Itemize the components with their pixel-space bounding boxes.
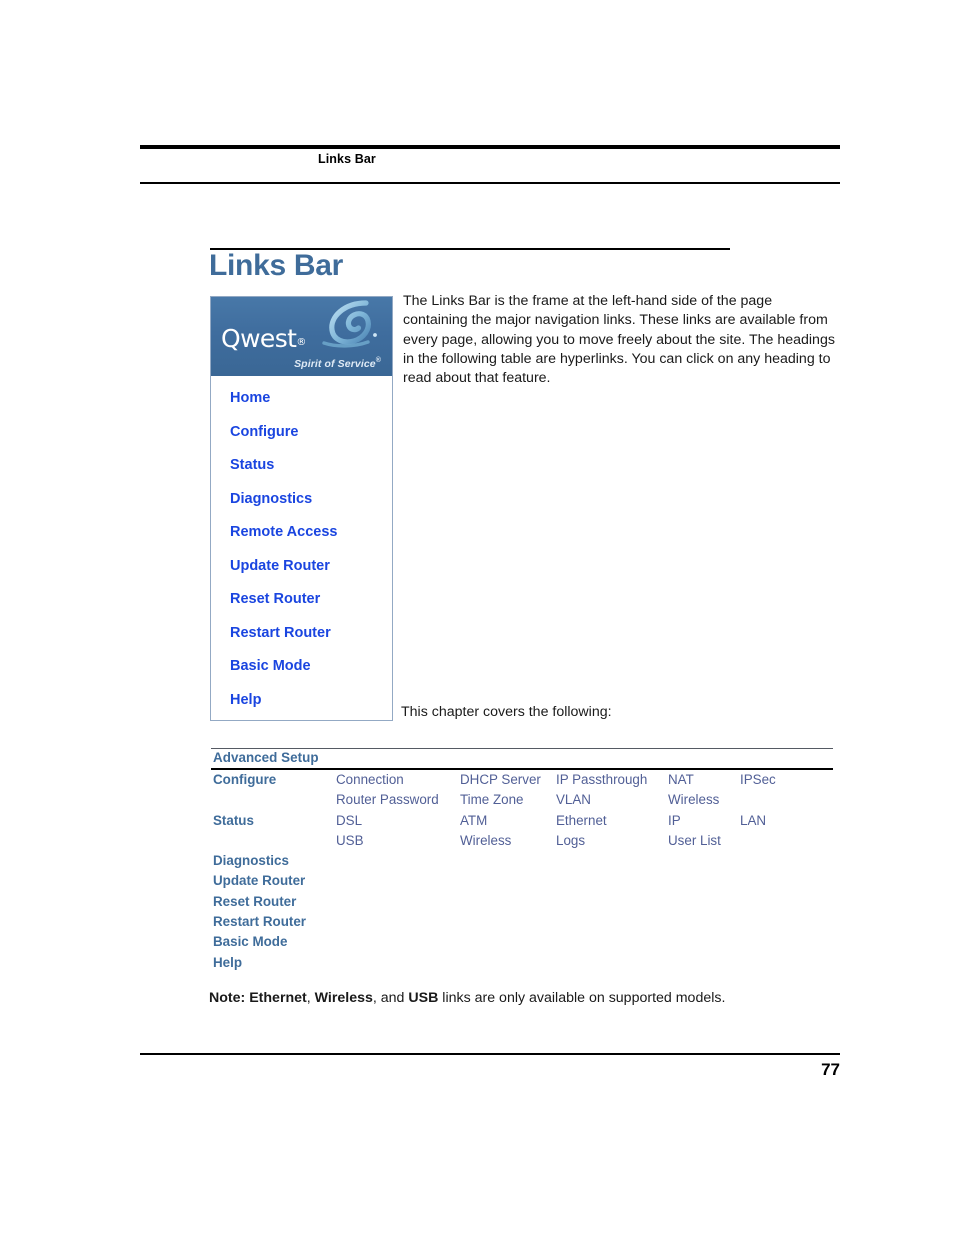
table-heading-help[interactable]: Help: [213, 953, 242, 973]
table-link-time-zone[interactable]: Time Zone: [460, 790, 524, 810]
table-row: Reset Router: [213, 892, 833, 912]
links-bar-nav: Home Configure Status Diagnostics Remote…: [211, 376, 392, 708]
table-row: USB Wireless Logs User List: [213, 831, 833, 851]
note-suffix: links are only available on supported mo…: [438, 990, 726, 1006]
header-rule-top: [140, 145, 840, 149]
sidebar-item-remote-access[interactable]: Remote Access: [211, 524, 392, 540]
qwest-tagline-text: Spirit of Service: [294, 358, 376, 370]
qwest-registered-mark: ®: [296, 337, 306, 348]
table-row: Configure Connection DHCP Server IP Pass…: [213, 770, 833, 790]
table-row: Update Router: [213, 871, 833, 891]
table-link-usb[interactable]: USB: [336, 831, 364, 851]
sidebar-item-configure[interactable]: Configure: [211, 424, 392, 440]
qwest-wordmark-text: Qwest: [221, 324, 297, 353]
qwest-logo-banner: Qwest® Spirit of Service®: [211, 297, 392, 376]
note-separator-2: , and: [372, 990, 409, 1006]
header-rule-bottom: [140, 182, 840, 184]
table-link-user-list[interactable]: User List: [668, 831, 721, 851]
table-heading-diagnostics[interactable]: Diagnostics: [213, 851, 289, 871]
sidebar-item-diagnostics[interactable]: Diagnostics: [211, 491, 392, 507]
table-heading-configure[interactable]: Configure: [213, 770, 276, 790]
table-link-ip-passthrough[interactable]: IP Passthrough: [556, 770, 647, 790]
table-row: Restart Router: [213, 912, 833, 932]
note-separator-1: ,: [306, 990, 315, 1006]
document-page: Links Bar Links Bar Qwest® Spirit of Ser…: [0, 0, 954, 1235]
table-link-ip[interactable]: IP: [668, 811, 681, 831]
sidebar-item-restart-router[interactable]: Restart Router: [211, 625, 392, 641]
table-heading-update-router[interactable]: Update Router: [213, 871, 305, 891]
note-term-wireless: Wireless: [314, 990, 373, 1006]
table-link-vlan[interactable]: VLAN: [556, 790, 591, 810]
table-row: Basic Mode: [213, 932, 833, 952]
note-term-ethernet: Ethernet: [249, 990, 307, 1006]
table-link-nat[interactable]: NAT: [668, 770, 694, 790]
footer-rule: [140, 1053, 840, 1055]
qwest-tagline: Spirit of Service®: [294, 357, 381, 370]
table-heading-basic-mode[interactable]: Basic Mode: [213, 932, 287, 952]
sidebar-item-status[interactable]: Status: [211, 457, 392, 473]
intro-paragraph: The Links Bar is the frame at the left-h…: [403, 293, 835, 387]
qwest-tagline-mark: ®: [375, 357, 381, 364]
sidebar-item-reset-router[interactable]: Reset Router: [211, 591, 392, 607]
table-link-atm[interactable]: ATM: [460, 811, 487, 831]
page-number: 77: [821, 1060, 840, 1079]
table-link-wireless[interactable]: Wireless: [668, 790, 719, 810]
sidebar-item-basic-mode[interactable]: Basic Mode: [211, 658, 392, 674]
table-link-ipsec[interactable]: IPSec: [740, 770, 776, 790]
table-link-dhcp-server[interactable]: DHCP Server: [460, 770, 541, 790]
table-row: Diagnostics: [213, 851, 833, 871]
table-link-ethernet[interactable]: Ethernet: [556, 811, 607, 831]
page-title: Links Bar: [209, 249, 344, 282]
table-link-connection[interactable]: Connection: [336, 770, 404, 790]
table-heading-reset-router[interactable]: Reset Router: [213, 892, 296, 912]
table-link-router-password[interactable]: Router Password: [336, 790, 439, 810]
sidebar-item-home[interactable]: Home: [211, 390, 392, 406]
running-header-title: Links Bar: [318, 152, 376, 166]
qwest-wordmark: Qwest®: [221, 324, 306, 353]
table-row: Help: [213, 953, 833, 973]
table-heading-restart-router[interactable]: Restart Router: [213, 912, 306, 932]
table-link-wireless-status[interactable]: Wireless: [460, 831, 511, 851]
note-prefix: Note:: [209, 990, 250, 1006]
table-row: Router Password Time Zone VLAN Wireless: [213, 790, 833, 810]
chapter-covers-line: This chapter covers the following:: [401, 704, 612, 720]
table-link-dsl[interactable]: DSL: [336, 811, 362, 831]
sidebar-item-update-router[interactable]: Update Router: [211, 558, 392, 574]
chapter-contents-table: Configure Connection DHCP Server IP Pass…: [213, 770, 833, 973]
links-bar-screenshot: Qwest® Spirit of Service® Home Configure…: [210, 296, 393, 721]
table-link-logs[interactable]: Logs: [556, 831, 585, 851]
note-term-usb: USB: [408, 990, 439, 1006]
table-heading-status[interactable]: Status: [213, 811, 254, 831]
qwest-swoosh-icon: [322, 300, 377, 348]
table-row: Status DSL ATM Ethernet IP LAN: [213, 811, 833, 831]
table-section-title: Advanced Setup: [213, 750, 319, 765]
sidebar-item-help[interactable]: Help: [211, 692, 392, 708]
note-text: Note: Ethernet, Wireless, and USB links …: [209, 989, 725, 1008]
table-link-lan[interactable]: LAN: [740, 811, 766, 831]
